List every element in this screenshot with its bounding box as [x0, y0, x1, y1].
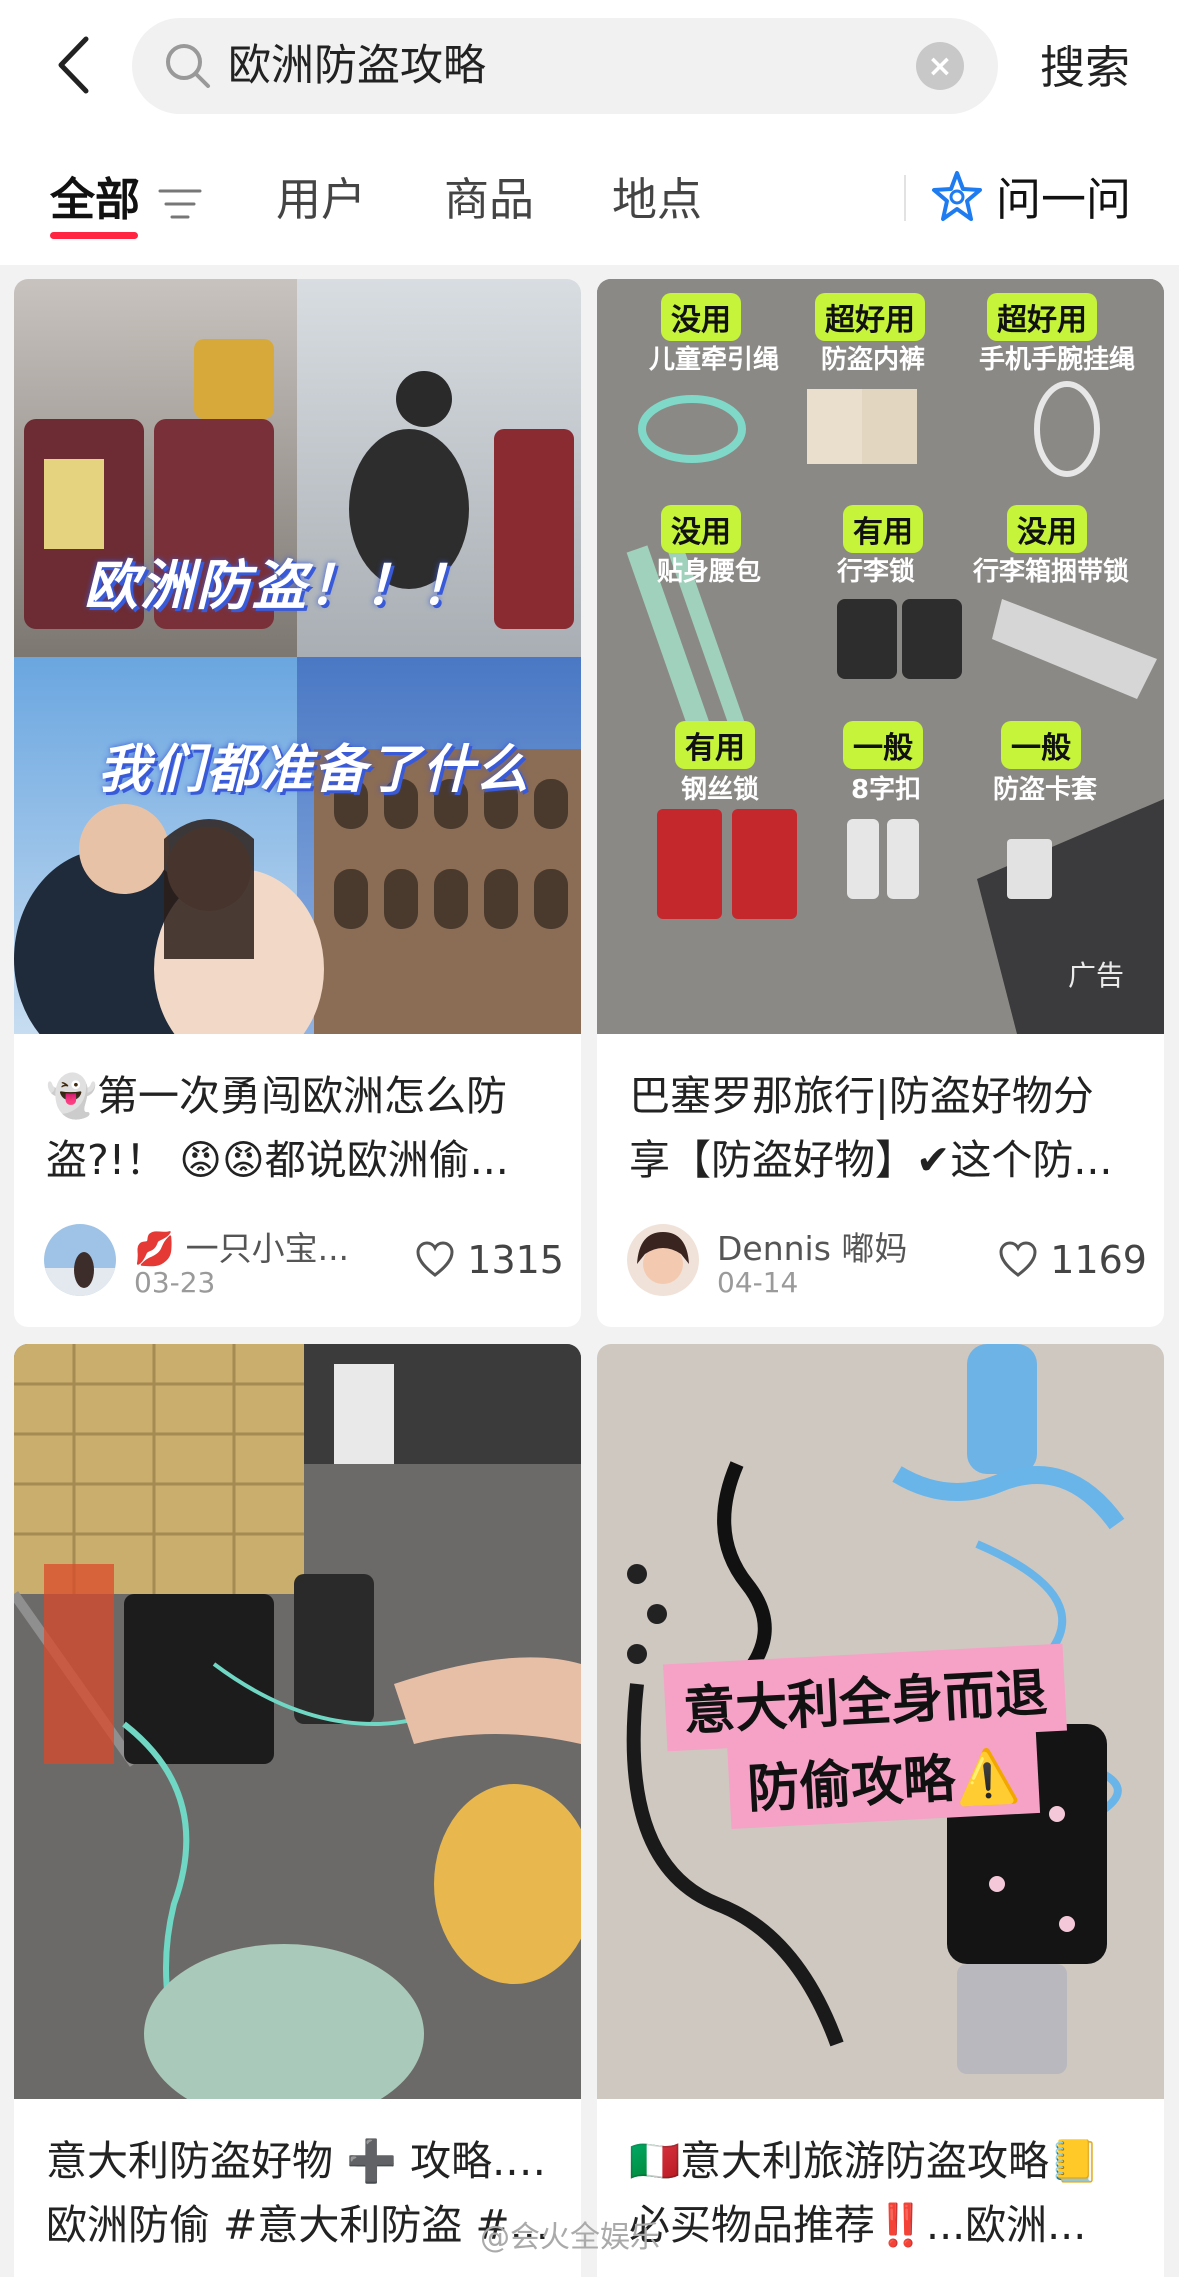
- note-title: 巴塞罗那旅行|防盗好物分 享【防盗好物】✔这个防...: [629, 1064, 1139, 1192]
- tab-all[interactable]: 全部: [50, 165, 140, 235]
- item-name: 8字扣: [851, 775, 922, 805]
- note-cover-image[interactable]: 欧洲防盗！！！ 我们都准备了什么: [14, 279, 581, 1034]
- note-title-line: 巴塞罗那旅行|防盗好物分: [629, 1072, 1094, 1120]
- item-rating-tag: 没用: [661, 293, 741, 341]
- like-button[interactable]: 1315: [415, 1230, 564, 1290]
- item-name: 防盗内裤: [821, 345, 926, 375]
- avatar[interactable]: [44, 1224, 116, 1296]
- cover-headline: 欧洲防盗！！！: [84, 554, 476, 617]
- filter-icon[interactable]: [158, 187, 202, 221]
- author-row: 💋 一只小宝... 03-23 1315: [44, 1224, 564, 1304]
- item-rating-tag: 一般: [843, 721, 923, 769]
- back-button[interactable]: [48, 30, 98, 100]
- note-cover-image[interactable]: 意大利全身而退 防偷攻略⚠️: [597, 1344, 1164, 2099]
- item-name: 钢丝锁: [681, 775, 760, 805]
- chevron-left-icon: [58, 36, 89, 94]
- note-title: 👻第一次勇闯欧洲怎么防 盗?!！ 😡😡都说欧洲偷...: [46, 1064, 556, 1192]
- heart-icon: [999, 1241, 1037, 1277]
- like-count: 1169: [1050, 1238, 1147, 1282]
- note-card[interactable]: 欧洲防盗！！！ 我们都准备了什么 👻第一次勇闯欧洲怎么防 盗?!！ 😡😡都说欧洲…: [14, 279, 581, 1327]
- tab-products[interactable]: 商品: [444, 165, 534, 235]
- note-title-line: 盗?!！ 😡😡都说欧洲偷...: [46, 1136, 509, 1184]
- item-name: 手机手腕挂绳: [979, 345, 1136, 375]
- top-search-bar: 欧洲防盗攻略 × 搜索: [0, 0, 1179, 135]
- search-button[interactable]: 搜索: [1040, 28, 1130, 108]
- avatar[interactable]: [627, 1224, 699, 1296]
- clear-icon[interactable]: ×: [916, 42, 964, 90]
- filter-tabs: 全部 用户 商品 地点 问一问: [0, 135, 1179, 265]
- search-icon: [166, 44, 210, 88]
- like-button[interactable]: 1169: [998, 1230, 1147, 1290]
- post-date: 04-14: [717, 1266, 799, 1299]
- tab-users[interactable]: 用户: [276, 165, 366, 235]
- item-name: 行李锁: [837, 557, 916, 587]
- item-name: 防盗卡套: [993, 775, 1098, 805]
- watermark: @会火全娱乐: [480, 2220, 660, 2255]
- sparkle-star-icon[interactable]: [928, 169, 986, 227]
- note-cover-image[interactable]: [14, 1344, 581, 2099]
- item-rating-tag: 有用: [675, 721, 755, 769]
- active-tab-indicator: [50, 232, 138, 239]
- item-rating-tag: 没用: [1007, 505, 1087, 553]
- tab-divider: [904, 175, 906, 221]
- cover-subheadline: 我们都准备了什么: [98, 740, 531, 800]
- item-name: 行李箱捆带锁: [973, 557, 1130, 587]
- item-rating-tag: 超好用: [815, 293, 925, 341]
- note-title-line: 必买物品推荐‼️...欧洲...: [629, 2201, 1087, 2249]
- item-rating-tag: 有用: [843, 505, 923, 553]
- ask-button[interactable]: 问一问: [996, 165, 1131, 235]
- ad-badge: 广告: [1067, 959, 1124, 992]
- note-title: 🇮🇹意大利旅游防盗攻略📒 必买物品推荐‼️...欧洲...: [629, 2129, 1139, 2257]
- note-cover-image[interactable]: 没用 儿童牵引绳 超好用 防盗内裤 超好用 手机手腕挂绳 没用 贴身腰包 有用 …: [597, 279, 1164, 1034]
- heart-icon: [416, 1241, 454, 1277]
- like-count: 1315: [467, 1238, 564, 1282]
- post-date: 03-23: [134, 1266, 216, 1299]
- item-name: 贴身腰包: [657, 557, 762, 587]
- search-query: 欧洲防盗攻略: [228, 41, 486, 91]
- search-input[interactable]: 欧洲防盗攻略 ×: [132, 18, 998, 114]
- tab-places[interactable]: 地点: [612, 165, 702, 235]
- note-title-line: 意大利防盗好物 ➕ 攻略...#: [46, 2137, 556, 2185]
- note-title-line: 👻第一次勇闯欧洲怎么防: [46, 1072, 508, 1120]
- author-row: Dennis 嘟妈 04-14 1169: [627, 1224, 1147, 1304]
- item-rating-tag: 没用: [661, 505, 741, 553]
- note-card[interactable]: 意大利防盗好物 ➕ 攻略...# 欧洲防偷 #意大利防盗 #...: [14, 1344, 581, 2277]
- note-card[interactable]: 意大利全身而退 防偷攻略⚠️ 🇮🇹意大利旅游防盗攻略📒 必买物品推荐‼️...欧…: [597, 1344, 1164, 2277]
- author-name[interactable]: Dennis 嘟妈: [717, 1222, 907, 1270]
- item-rating-tag: 超好用: [987, 293, 1097, 341]
- note-card[interactable]: 没用 儿童牵引绳 超好用 防盗内裤 超好用 手机手腕挂绳 没用 贴身腰包 有用 …: [597, 279, 1164, 1327]
- note-title-line: 享【防盗好物】✔这个防...: [629, 1136, 1113, 1184]
- item-name: 儿童牵引绳: [649, 345, 780, 375]
- cover-subheadline: 防偷攻略⚠️: [726, 1725, 1040, 1830]
- note-title-line: 🇮🇹意大利旅游防盗攻略📒: [629, 2137, 1101, 2185]
- author-name[interactable]: 💋 一只小宝...: [134, 1222, 349, 1270]
- item-rating-tag: 一般: [1001, 721, 1081, 769]
